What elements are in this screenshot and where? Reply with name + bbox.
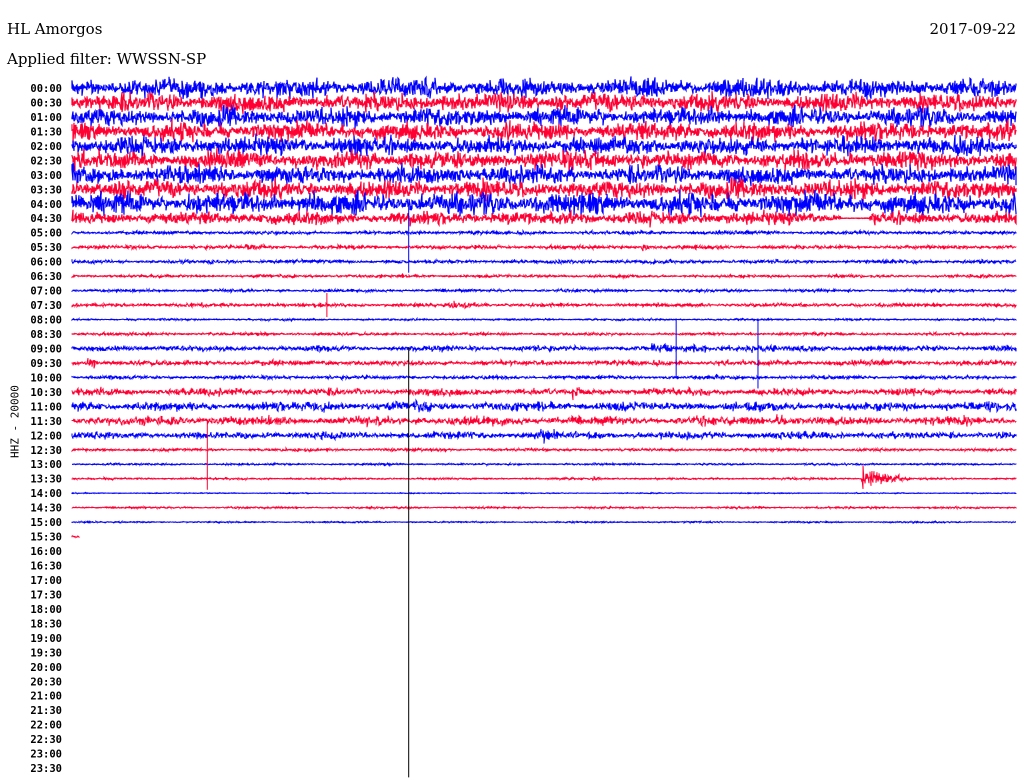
time-label: 00:30: [30, 97, 62, 109]
trace-row-15:00: [71, 519, 1017, 525]
time-label: 08:30: [30, 329, 62, 341]
time-label: 16:00: [30, 546, 62, 558]
time-label: 12:00: [30, 430, 62, 442]
time-label: 22:00: [30, 720, 62, 732]
time-label: 07:00: [30, 286, 62, 298]
trace-row-05:30: [71, 243, 1017, 252]
trace-row-07:30: [71, 300, 1017, 310]
time-label: 18:00: [30, 604, 62, 616]
time-label: 14:30: [30, 503, 62, 515]
time-label: 17:30: [30, 589, 62, 601]
time-label: 01:00: [30, 112, 62, 124]
trace-row-12:00: [71, 428, 1017, 444]
trace-row-00:00: [71, 75, 1017, 100]
trace-row-09:30: [71, 357, 1017, 369]
trace-row-07:00: [71, 287, 1017, 295]
time-label: 11:00: [30, 401, 62, 413]
time-label: 14:00: [30, 488, 62, 500]
time-label: 20:00: [30, 662, 62, 674]
time-label: 10:00: [30, 372, 62, 384]
trace-row-10:30: [71, 386, 1017, 401]
trace-row-11:30: [71, 414, 1017, 428]
time-label: 01:30: [30, 126, 62, 138]
time-label: 21:30: [30, 705, 62, 717]
time-label: 12:30: [30, 445, 62, 457]
time-label: 03:00: [30, 170, 62, 182]
time-label: 09:00: [30, 343, 62, 355]
time-label: 17:00: [30, 575, 62, 587]
time-label: 04:00: [30, 199, 62, 211]
trace-row-08:00: [71, 316, 1017, 323]
time-label: 13:00: [30, 459, 62, 471]
trace-row-14:00: [71, 491, 1017, 495]
time-label: 13:30: [30, 474, 62, 486]
trace-row-11:00: [71, 398, 1017, 414]
time-label: 19:00: [30, 633, 62, 645]
trace-row-03:00: [71, 162, 1017, 187]
trace-row-08:30: [71, 330, 1017, 338]
time-label: 06:30: [30, 271, 62, 283]
time-label: 19:30: [30, 647, 62, 659]
time-label: 06:00: [30, 257, 62, 269]
time-label: 05:30: [30, 242, 62, 254]
time-label: 02:30: [30, 155, 62, 167]
time-label: 18:30: [30, 618, 62, 630]
trace-row-05:00: [71, 228, 1017, 237]
trace-row-09:00: [71, 342, 1017, 354]
time-label: 16:30: [30, 561, 62, 573]
trace-row-06:00: [71, 257, 1017, 266]
time-label: 15:30: [30, 532, 62, 544]
time-label: 21:00: [30, 691, 62, 703]
time-label: 11:30: [30, 416, 62, 428]
trace-row-04:00: [71, 188, 1017, 219]
time-label: 09:30: [30, 358, 62, 370]
time-label: 20:30: [30, 676, 62, 688]
time-label: 05:00: [30, 228, 62, 240]
time-label: 03:30: [30, 184, 62, 196]
time-label: 22:30: [30, 734, 62, 746]
trace-row-13:30: [71, 465, 1017, 489]
trace-row-14:30: [71, 504, 1017, 511]
time-label: 00:00: [30, 83, 62, 95]
time-label: 07:30: [30, 300, 62, 312]
trace-row-12:30: [71, 446, 1017, 454]
trace-row-06:30: [71, 272, 1017, 280]
time-label: 23:00: [30, 749, 62, 761]
trace-row-15:30: [71, 534, 80, 539]
time-label: 08:00: [30, 315, 62, 327]
trace-row-13:00: [71, 461, 1017, 468]
time-label: 15:00: [30, 517, 62, 529]
time-label: 04:30: [30, 213, 62, 225]
seismogram-plot: 00:00 00:30 01:00 01:30 02:00 02:30 03:00 03:30…: [30, 75, 1017, 778]
time-label: 02:00: [30, 141, 62, 153]
time-label: 23:30: [30, 763, 62, 775]
time-label: 10:30: [30, 387, 62, 399]
trace-row-10:00: [71, 373, 1017, 382]
